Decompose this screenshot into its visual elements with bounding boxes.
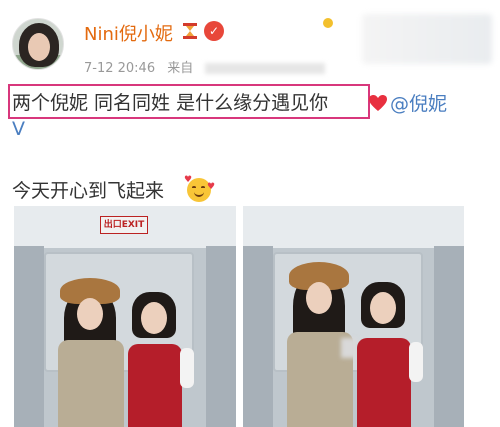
vip-icon [183, 23, 197, 39]
mention-verified-suffix: V [12, 118, 25, 140]
blurred-follow-area [362, 14, 492, 64]
post-header: Nini倪小妮 ✓ 7-12 20:46 来自 [0, 0, 500, 90]
post-meta: 7-12 20:46 来自 [84, 57, 333, 76]
post-photo-2[interactable] [243, 206, 464, 427]
mention-link[interactable]: @倪妮 [390, 89, 447, 116]
blurred-patch [341, 338, 357, 358]
post-photo-1[interactable]: 出口EXIT [14, 206, 236, 427]
username[interactable]: Nini倪小妮 [84, 20, 173, 46]
highlight-box [8, 84, 370, 119]
heart-icon [369, 95, 387, 111]
avatar[interactable] [12, 18, 64, 70]
verified-icon: ✓ [204, 21, 224, 41]
post-text-line2: 今天开心到飞起来 [12, 180, 165, 202]
decoration-dot [323, 18, 333, 28]
timestamp: 7-12 20:46 [84, 61, 156, 76]
source-label: 来自 [167, 61, 194, 76]
source-blurred [205, 63, 326, 74]
exit-sign: 出口EXIT [100, 216, 148, 234]
smiling-face-with-hearts-icon: ♥ ♥ [184, 175, 215, 202]
